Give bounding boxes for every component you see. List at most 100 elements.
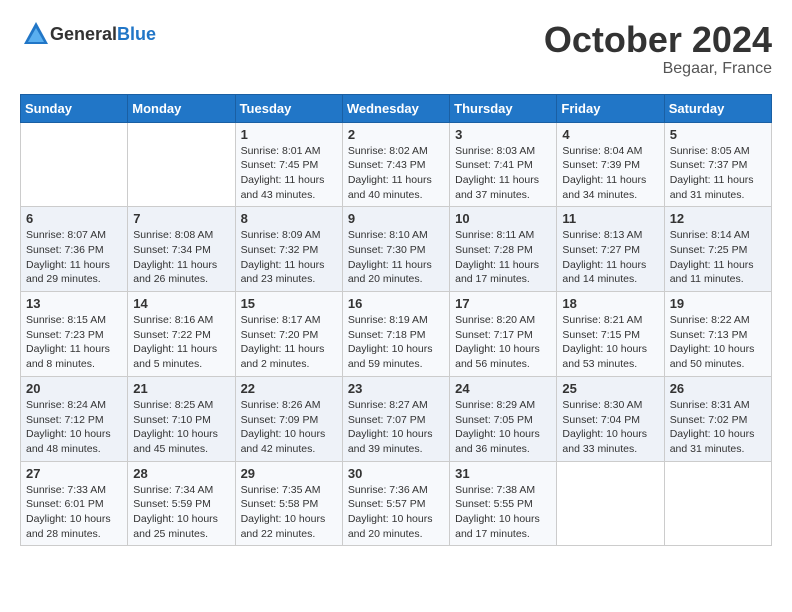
day-number: 20 [26,381,122,396]
day-number: 14 [133,296,229,311]
day-info: Sunrise: 8:04 AM Sunset: 7:39 PM Dayligh… [562,144,658,203]
calendar-cell: 16Sunrise: 8:19 AM Sunset: 7:18 PM Dayli… [342,292,449,377]
day-number: 19 [670,296,766,311]
day-number: 7 [133,211,229,226]
day-info: Sunrise: 8:21 AM Sunset: 7:15 PM Dayligh… [562,313,658,372]
day-number: 15 [241,296,337,311]
day-number: 2 [348,127,444,142]
week-row-3: 13Sunrise: 8:15 AM Sunset: 7:23 PM Dayli… [21,292,772,377]
calendar-cell: 13Sunrise: 8:15 AM Sunset: 7:23 PM Dayli… [21,292,128,377]
day-info: Sunrise: 8:24 AM Sunset: 7:12 PM Dayligh… [26,398,122,457]
day-number: 24 [455,381,551,396]
day-number: 12 [670,211,766,226]
weekday-header-row: SundayMondayTuesdayWednesdayThursdayFrid… [21,94,772,122]
calendar-cell [128,122,235,207]
day-number: 3 [455,127,551,142]
day-number: 23 [348,381,444,396]
day-info: Sunrise: 8:01 AM Sunset: 7:45 PM Dayligh… [241,144,337,203]
day-number: 22 [241,381,337,396]
day-number: 17 [455,296,551,311]
calendar-cell: 29 Sunrise: 7:35 AM Sunset: 5:58 PM Dayli… [235,461,342,546]
calendar-cell: 31Sunrise: 7:38 AM Sunset: 5:55 PM Dayli… [450,461,557,546]
calendar-cell: 3 Sunrise: 8:03 AM Sunset: 7:41 PM Daylig… [450,122,557,207]
day-info: Sunrise: 8:07 AM Sunset: 7:36 PM Dayligh… [26,228,122,287]
day-info: Sunrise: 8:05 AM Sunset: 7:37 PM Dayligh… [670,144,766,203]
calendar-cell: 15Sunrise: 8:17 AM Sunset: 7:20 PM Dayli… [235,292,342,377]
day-info: Sunrise: 8:22 AM Sunset: 7:13 PM Dayligh… [670,313,766,372]
calendar-cell: 14 Sunrise: 8:16 AM Sunset: 7:22 PM Dayli… [128,292,235,377]
calendar-cell: 10 Sunrise: 8:11 AM Sunset: 7:28 PM Dayli… [450,207,557,292]
day-info: Sunrise: 8:30 AM Sunset: 7:04 PM Dayligh… [562,398,658,457]
day-number: 18 [562,296,658,311]
weekday-header-wednesday: Wednesday [342,94,449,122]
week-row-1: 1 Sunrise: 8:01 AM Sunset: 7:45 PM Daylig… [21,122,772,207]
calendar-cell: 20 Sunrise: 8:24 AM Sunset: 7:12 PM Dayli… [21,376,128,461]
calendar-cell: 2 Sunrise: 8:02 AM Sunset: 7:43 PM Daylig… [342,122,449,207]
day-number: 10 [455,211,551,226]
week-row-2: 6 Sunrise: 8:07 AM Sunset: 7:36 PM Daylig… [21,207,772,292]
day-number: 28 [133,466,229,481]
calendar-cell: 5 Sunrise: 8:05 AM Sunset: 7:37 PM Daylig… [664,122,771,207]
day-number: 5 [670,127,766,142]
logo-general: General [50,24,117,44]
calendar-cell: 28 Sunrise: 7:34 AM Sunset: 5:59 PM Dayli… [128,461,235,546]
calendar-cell: 9 Sunrise: 8:10 AM Sunset: 7:30 PM Daylig… [342,207,449,292]
day-number: 21 [133,381,229,396]
weekday-header-friday: Friday [557,94,664,122]
day-info: Sunrise: 7:36 AM Sunset: 5:57 PM Dayligh… [348,483,444,542]
calendar-cell: 22Sunrise: 8:26 AM Sunset: 7:09 PM Dayli… [235,376,342,461]
day-info: Sunrise: 8:03 AM Sunset: 7:41 PM Dayligh… [455,144,551,203]
day-info: Sunrise: 7:34 AM Sunset: 5:59 PM Dayligh… [133,483,229,542]
calendar-cell: 24 Sunrise: 8:29 AM Sunset: 7:05 PM Dayli… [450,376,557,461]
day-number: 27 [26,466,122,481]
calendar-cell: 25 Sunrise: 8:30 AM Sunset: 7:04 PM Dayli… [557,376,664,461]
day-info: Sunrise: 8:02 AM Sunset: 7:43 PM Dayligh… [348,144,444,203]
weekday-header-monday: Monday [128,94,235,122]
day-number: 11 [562,211,658,226]
day-number: 9 [348,211,444,226]
calendar-cell: 21 Sunrise: 8:25 AM Sunset: 7:10 PM Dayli… [128,376,235,461]
month-title: October 2024 [544,20,772,60]
day-info: Sunrise: 8:11 AM Sunset: 7:28 PM Dayligh… [455,228,551,287]
calendar-cell: 30Sunrise: 7:36 AM Sunset: 5:57 PM Dayli… [342,461,449,546]
calendar-table: SundayMondayTuesdayWednesdayThursdayFrid… [20,94,772,547]
weekday-header-tuesday: Tuesday [235,94,342,122]
day-number: 8 [241,211,337,226]
day-info: Sunrise: 8:27 AM Sunset: 7:07 PM Dayligh… [348,398,444,457]
calendar-cell: 8 Sunrise: 8:09 AM Sunset: 7:32 PM Daylig… [235,207,342,292]
calendar-cell: 27 Sunrise: 7:33 AM Sunset: 6:01 PM Dayli… [21,461,128,546]
page-header: GeneralBlue October 2024 Begaar, France [20,20,772,78]
calendar-cell [664,461,771,546]
day-info: Sunrise: 8:16 AM Sunset: 7:22 PM Dayligh… [133,313,229,372]
day-info: Sunrise: 8:15 AM Sunset: 7:23 PM Dayligh… [26,313,122,372]
day-number: 25 [562,381,658,396]
logo-icon [22,20,50,48]
week-row-5: 27 Sunrise: 7:33 AM Sunset: 6:01 PM Dayli… [21,461,772,546]
day-info: Sunrise: 8:10 AM Sunset: 7:30 PM Dayligh… [348,228,444,287]
day-info: Sunrise: 8:20 AM Sunset: 7:17 PM Dayligh… [455,313,551,372]
day-number: 6 [26,211,122,226]
day-info: Sunrise: 8:13 AM Sunset: 7:27 PM Dayligh… [562,228,658,287]
day-info: Sunrise: 8:08 AM Sunset: 7:34 PM Dayligh… [133,228,229,287]
calendar-cell: 18 Sunrise: 8:21 AM Sunset: 7:15 PM Dayli… [557,292,664,377]
calendar-cell [21,122,128,207]
calendar-cell: 4 Sunrise: 8:04 AM Sunset: 7:39 PM Daylig… [557,122,664,207]
title-block: October 2024 Begaar, France [544,20,772,78]
calendar-cell: 1 Sunrise: 8:01 AM Sunset: 7:45 PM Daylig… [235,122,342,207]
day-number: 4 [562,127,658,142]
day-number: 29 [241,466,337,481]
day-number: 31 [455,466,551,481]
day-info: Sunrise: 8:29 AM Sunset: 7:05 PM Dayligh… [455,398,551,457]
day-info: Sunrise: 7:35 AM Sunset: 5:58 PM Dayligh… [241,483,337,542]
week-row-4: 20 Sunrise: 8:24 AM Sunset: 7:12 PM Dayli… [21,376,772,461]
day-info: Sunrise: 8:31 AM Sunset: 7:02 PM Dayligh… [670,398,766,457]
day-number: 26 [670,381,766,396]
location-title: Begaar, France [544,60,772,78]
day-info: Sunrise: 8:09 AM Sunset: 7:32 PM Dayligh… [241,228,337,287]
day-info: Sunrise: 7:33 AM Sunset: 6:01 PM Dayligh… [26,483,122,542]
day-number: 1 [241,127,337,142]
weekday-header-thursday: Thursday [450,94,557,122]
calendar-cell: 17 Sunrise: 8:20 AM Sunset: 7:17 PM Dayli… [450,292,557,377]
day-info: Sunrise: 8:25 AM Sunset: 7:10 PM Dayligh… [133,398,229,457]
weekday-header-saturday: Saturday [664,94,771,122]
